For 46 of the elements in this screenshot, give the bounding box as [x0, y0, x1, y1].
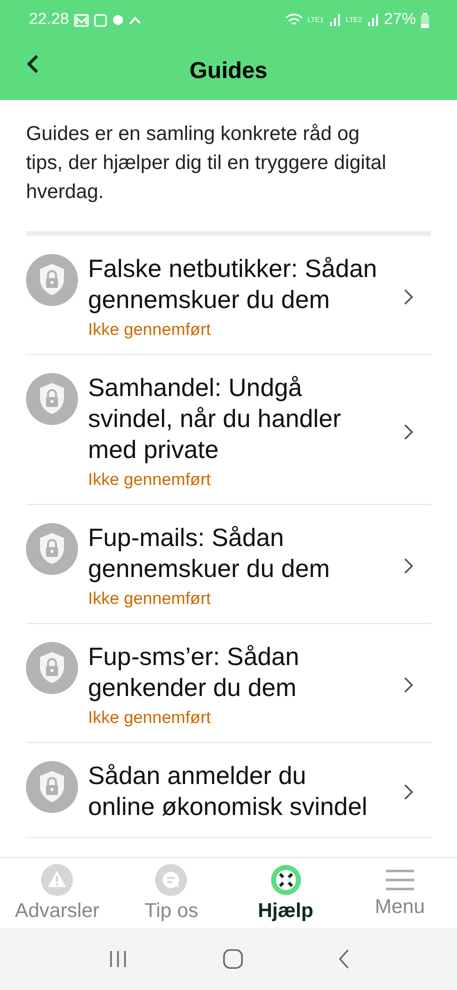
guide-status: Ikke gennemført: [88, 320, 212, 340]
shield-lock-icon: [26, 254, 78, 306]
signal-icon: [328, 14, 341, 26]
status-time: 22.28: [29, 11, 70, 29]
tab-button[interactable]: Menu: [342, 858, 457, 928]
calendar-icon: [94, 14, 108, 26]
guide-item[interactable]: Falske netbutikker: Sådan gennemskuer du dem Ikke gennemført: [26, 236, 431, 355]
guide-status: Ikke gennemført: [88, 470, 212, 490]
signal-icon: [366, 14, 379, 26]
guide-title: Samhandel: Undgå svindel, når du handler med private: [88, 373, 342, 466]
guide-status: Ikke gennemført: [88, 708, 212, 728]
guide-item[interactable]: Sådan anmelder du online økonomisk svindel: [26, 743, 431, 838]
intro-text: Guides er en samling konkrete råd og tips, der hjælper dig til en tryggere digital hverdag.: [26, 122, 388, 205]
tab-button[interactable]: Tip os: [114, 858, 228, 928]
chevron-right-icon: [404, 424, 413, 440]
chevron-right-icon: [404, 677, 413, 693]
shield-lock-icon: [26, 373, 78, 425]
tab-button[interactable]: Advarsler: [0, 858, 114, 928]
guide-item[interactable]: Fup-mails: Sådan gennemskuer du dem Ikke gennemført: [26, 505, 431, 624]
tab-button[interactable]: Hjælp: [228, 858, 343, 928]
chevron-right-icon: [404, 784, 413, 800]
recent-apps-icon[interactable]: [108, 950, 128, 968]
lifebuoy-icon: [270, 864, 302, 896]
shield-lock-icon: [26, 523, 78, 575]
guide-item[interactable]: Fup-sms’er: Sådan genkender du dem Ikke gennemført: [26, 624, 431, 743]
shield-lock-icon: [26, 642, 78, 694]
guide-title: Falske netbutikker: Sådan gennemskuer du dem: [88, 254, 378, 316]
battery-percent: 27%: [384, 11, 416, 29]
mail-icon: [74, 14, 90, 26]
battery-icon: [421, 12, 429, 28]
screen-title: Guides: [190, 56, 268, 84]
home-icon[interactable]: [222, 949, 242, 969]
guide-item[interactable]: Samhandel: Undgå svindel, når du handler med private Ikke gennemført: [26, 355, 431, 505]
menu-icon: [384, 868, 415, 892]
guide-status: Ikke gennemført: [88, 589, 212, 609]
back-icon[interactable]: [338, 949, 350, 969]
back-icon[interactable]: [26, 54, 40, 74]
chat-icon: [155, 864, 188, 896]
guide-title: Fup-mails: Sådan gennemskuer du dem: [88, 523, 331, 585]
shield-lock-icon: [26, 761, 78, 813]
chevron-right-icon: [404, 558, 413, 574]
chevron-right-icon: [404, 289, 413, 305]
guide-title: Sådan anmelder du online økonomisk svindel: [88, 761, 368, 823]
wifi-icon: [284, 13, 303, 27]
warning-icon: [41, 864, 74, 896]
guide-title: Fup-sms’er: Sådan genkender du dem: [88, 642, 300, 704]
